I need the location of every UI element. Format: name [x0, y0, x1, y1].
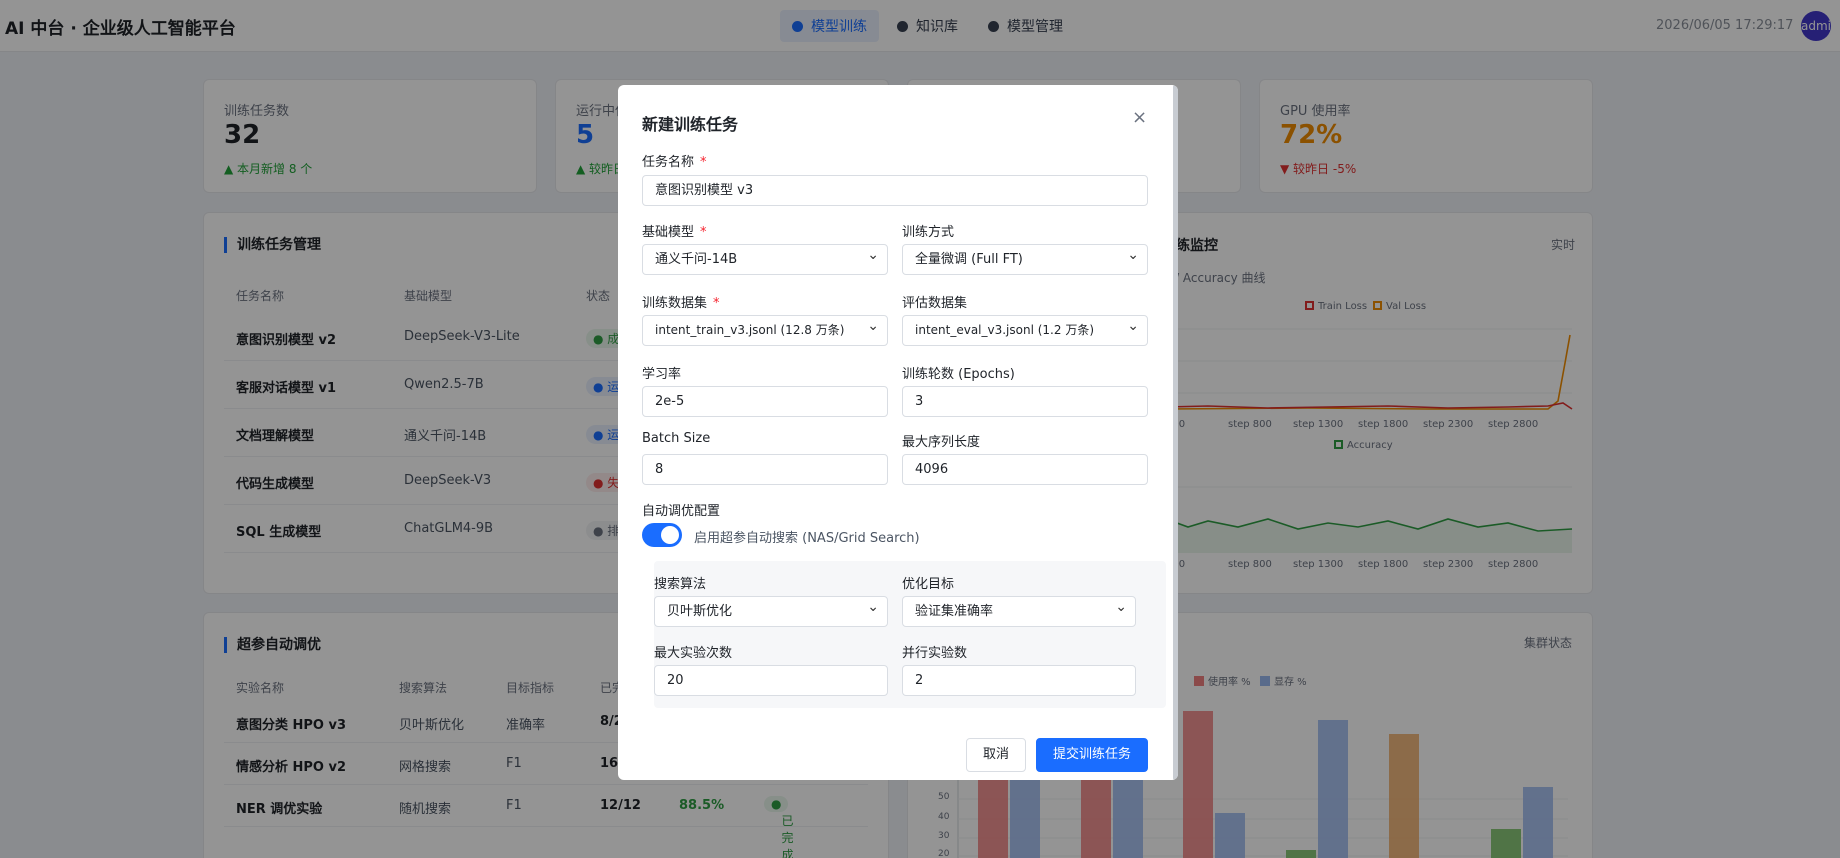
eval-dataset-label: 评估数据集: [902, 296, 968, 311]
search-algo-select[interactable]: 贝叶斯优化: [654, 593, 888, 627]
select-value: 贝叶斯优化: [667, 604, 733, 619]
max-seq-length-label: 最大序列长度: [902, 435, 981, 450]
auto-tuning-label: 自动调优配置: [642, 504, 721, 519]
parallel-trials-input[interactable]: 2: [902, 665, 1136, 696]
train-dataset-select[interactable]: intent_train_v3.jsonl (12.8 万条): [642, 312, 888, 346]
cancel-button[interactable]: 取消: [966, 738, 1026, 772]
base-model-select[interactable]: 通义千问-14B: [642, 241, 888, 275]
label-text: 基础模型: [642, 225, 695, 240]
new-training-task-dialog: 新建训练任务 × 任务名称 * 意图识别模型 v3 基础模型 * 通义千问-14B …: [618, 85, 1178, 780]
learning-rate-input[interactable]: 2e-5: [642, 386, 888, 417]
optimize-target-select[interactable]: 验证集准确率: [902, 593, 1136, 627]
task-name-input[interactable]: 意图识别模型 v3: [642, 175, 1148, 206]
eval-dataset-select[interactable]: intent_eval_v3.jsonl (1.2 万条): [902, 312, 1148, 346]
label-text: 训练数据集: [642, 296, 708, 311]
train-method-select[interactable]: 全量微调 (Full FT): [902, 241, 1148, 275]
train-method-label: 训练方式: [902, 225, 955, 240]
epochs-label: 训练轮数 (Epochs): [902, 367, 1015, 382]
select-value: intent_train_v3.jsonl (12.8 万条): [655, 323, 845, 337]
optimize-target-label: 优化目标: [902, 577, 955, 592]
base-model-label: 基础模型 *: [642, 221, 707, 240]
auto-search-toggle[interactable]: [642, 523, 682, 547]
dialog-title: 新建训练任务: [642, 115, 739, 134]
search-algo-label: 搜索算法: [654, 577, 707, 592]
epochs-input[interactable]: 3: [902, 386, 1148, 417]
max-trials-input[interactable]: 20: [654, 665, 888, 696]
task-name-label: 任务名称 *: [642, 151, 707, 170]
learning-rate-label: 学习率: [642, 367, 682, 382]
select-value: 通义千问-14B: [655, 252, 738, 267]
max-trials-label: 最大实验次数: [654, 646, 733, 661]
toggle-knob: [661, 526, 679, 544]
required-mark: *: [700, 155, 707, 170]
parallel-trials-label: 并行实验数: [902, 646, 968, 661]
select-value: intent_eval_v3.jsonl (1.2 万条): [915, 323, 1095, 337]
label-text: 任务名称: [642, 155, 695, 170]
required-mark: *: [700, 225, 707, 240]
batch-size-label: Batch Size: [642, 431, 711, 446]
required-mark: *: [713, 296, 720, 311]
auto-search-toggle-label: 启用超参自动搜索 (NAS/Grid Search): [694, 531, 920, 546]
train-dataset-label: 训练数据集 *: [642, 292, 720, 311]
submit-training-button[interactable]: 提交训练任务: [1036, 738, 1148, 772]
max-seq-length-input[interactable]: 4096: [902, 454, 1148, 485]
close-icon[interactable]: ×: [1132, 107, 1147, 128]
select-value: 验证集准确率: [915, 604, 994, 619]
select-value: 全量微调 (Full FT): [915, 252, 1023, 267]
dialog-scrollbar[interactable]: [1173, 85, 1178, 780]
batch-size-input[interactable]: 8: [642, 454, 888, 485]
